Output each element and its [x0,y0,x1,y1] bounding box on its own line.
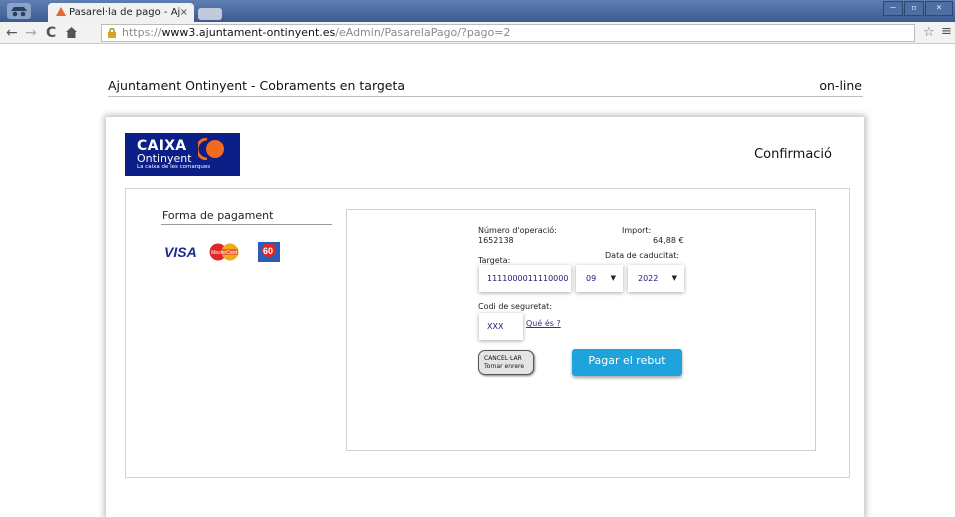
new-tab-button[interactable] [198,8,222,20]
home-icon[interactable] [65,26,78,39]
star-icon[interactable]: ☆ [923,25,935,40]
card-number-value: 1111000011110000 [487,274,569,283]
incognito-icon [7,3,31,19]
chevron-down-icon: ▼ [610,274,616,282]
mastercard-logo: MasterCard [209,243,239,261]
address-bar[interactable]: https://www3.ajuntament-ontinyent.es/eAd… [101,24,915,42]
caixa-ontinyent-logo: CAIXA Ontinyent La caixa de les comarque… [125,133,240,176]
amount-value: 64,88 € [653,236,684,245]
browser-tab[interactable]: Pasarel·la de pago - Aj × [48,3,194,22]
page-title: Ajuntament Ontinyent - Cobraments en tar… [108,78,406,93]
url-path: /eAdmin/PasarelaPago/?pago=2 [335,26,511,39]
logo-line3: La caixa de les comarques [137,164,211,170]
content-frame: Forma de pagament VISA MasterCard 60 Núm… [125,188,850,478]
security-code-help-link[interactable]: Qué és ? [526,319,561,328]
expiry-year-select[interactable]: 2022 ▼ [628,265,684,292]
card-number-field[interactable]: 1111000011110000 [479,265,571,292]
card-number-label: Targeta: [478,256,511,265]
operation-number-value: 1652138 [478,236,514,245]
expiry-month-select[interactable]: 09 ▼ [576,265,623,292]
svg-text:60: 60 [263,246,273,256]
security-code-label: Codi de seguretat: [478,302,553,311]
cancel-button-sublabel: Tornar enrere [484,363,525,370]
pay-button[interactable]: Pagar el rebut [572,349,682,376]
payment-method-divider [161,224,332,225]
reload-icon[interactable]: C [46,24,56,42]
header-divider [108,96,863,97]
close-window-button[interactable]: × [925,1,953,16]
tab-close-icon[interactable]: × [180,3,188,22]
step-title: Confirmació [754,147,832,162]
forward-icon[interactable]: → [25,24,37,42]
amount-label: Import: [622,226,652,235]
expiry-month-value: 09 [586,274,597,283]
logo-mark-icon [198,138,224,160]
browser-titlebar: Pasarel·la de pago - Aj × – ▫ × [0,0,955,22]
payment-method-title: Forma de pagament [162,209,274,222]
card-brands-icon: VISA MasterCard 60 [164,242,280,262]
6000-card-logo: 60 [258,242,280,262]
tab-title: Pasarel·la de pago - Aj [69,7,181,18]
expiry-date-label: Data de caducitat: [605,251,680,260]
back-icon[interactable]: ← [6,24,18,42]
payment-form-panel: Número d'operació: 1652138 Import: 64,88… [346,209,816,451]
chevron-down-icon: ▼ [671,274,677,282]
expiry-year-value: 2022 [638,274,659,283]
visa-logo: VISA [164,244,197,260]
minimize-button[interactable]: – [883,1,903,16]
online-status: on-line [819,78,862,93]
payment-card: CAIXA Ontinyent La caixa de les comarque… [106,117,864,517]
security-code-field[interactable]: XXX [479,313,523,340]
security-code-value: XXX [487,322,504,331]
cancel-button-label: CANCEL·LAR [484,355,522,362]
menu-icon[interactable]: ≡ [941,24,952,39]
lock-warning-icon [108,28,116,38]
warning-favicon-icon [56,7,66,16]
svg-text:MasterCard: MasterCard [211,250,237,256]
url-scheme: https:// [122,26,162,39]
cancel-button[interactable]: CANCEL·LAR Tornar enrere [478,350,534,375]
operation-number-label: Número d'operació: [478,226,557,235]
url-host: www3.ajuntament-ontinyent.es [161,26,336,39]
maximize-button[interactable]: ▫ [904,1,924,16]
browser-toolbar: ← → C https://www3.ajuntament-ontinyent.… [0,22,955,44]
